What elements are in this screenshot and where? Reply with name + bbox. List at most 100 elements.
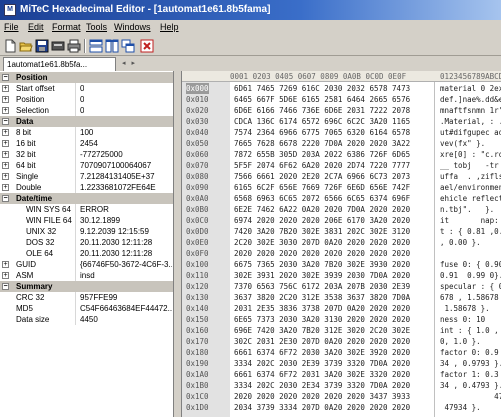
hex-row[interactable]: 0x180 6661 6374 6F72 2030 3A20 302E 3920 … [182,347,501,358]
hex-row-bytes[interactable]: 6974 2020 2020 2020 206E 6170 3A20 2020 [234,215,410,226]
save-icon[interactable] [35,39,49,53]
hex-row-bytes[interactable]: 7665 7628 6678 2220 7D0A 2020 2020 3A22 [234,138,410,149]
inspector-row[interactable]: UNIX 32 9.12.2039 12:15:59 [0,226,173,237]
menu-edit[interactable]: Edit [28,22,44,32]
inspector-row[interactable]: + Selection 0 [0,105,173,116]
menu-help[interactable]: Help [160,22,179,32]
inspector-section-header[interactable]: − Position [0,72,173,83]
inspector-row[interactable]: + Position 0 [0,94,173,105]
hex-row-bytes[interactable]: 6661 6374 6F72 2030 3A20 302E 3920 2020 [234,347,410,358]
hex-row-bytes[interactable]: 7566 6661 2020 2E20 2C7A 6966 6C73 2073 [234,171,410,182]
hex-row-chars[interactable]: 4793 [440,391,501,402]
hex-row-bytes[interactable]: CDCA 136C 6174 6572 696C 6C2C 3A20 1165 [234,116,410,127]
inspector-row[interactable]: + ASM insd [0,270,173,281]
open-folder-icon[interactable] [19,39,33,53]
hex-row[interactable]: 0x170 302C 2031 2E30 207D 0A20 2020 2020 … [182,336,501,347]
inspector-row[interactable]: DOS 32 20.11.2030 12:11:28 [0,237,173,248]
hex-row-bytes[interactable]: 7574 2364 6966 6775 7065 6320 6164 6578 [234,127,410,138]
cascade-icon[interactable] [121,39,135,53]
hex-row[interactable]: 0x000 6D61 7465 7269 616C 2030 2032 6578 … [182,83,501,94]
app-icon[interactable]: M [4,4,16,16]
inspector-row[interactable]: +8 bit 100 [0,127,173,138]
expand-toggle[interactable]: − [2,283,9,290]
hex-row-chars[interactable]: 1.58678 }. [440,303,501,314]
hex-row-chars[interactable]: , 0.00 }. [440,237,501,248]
hex-row-chars[interactable]: def.]nae%.dd&eev [440,94,501,105]
tile-vertical-icon[interactable] [105,39,119,53]
hex-row-chars[interactable]: uffa . ,zifls s [440,171,501,182]
hex-row-chars[interactable]: 47934 }. [440,402,501,413]
tile-horizontal-icon[interactable] [89,39,103,53]
hex-row-chars[interactable]: xre[0] : "c.rome [440,149,501,160]
hex-row-bytes[interactable]: 7370 6563 756C 6172 203A 207B 2030 2E39 [234,281,410,292]
hex-row[interactable]: 0x090 6165 6C2F 656E 7669 726F 6E6D 656E … [182,182,501,193]
disk-icon[interactable] [51,39,65,53]
menu-tools[interactable]: Tools [86,22,107,32]
hex-row-chars[interactable]: 34 , 0.9793 }. [440,358,501,369]
expand-toggle[interactable]: + [2,151,9,158]
hex-row[interactable]: 0x0C0 6974 2020 2020 2020 206E 6170 3A20 … [182,215,501,226]
hex-row-bytes[interactable]: 2020 2020 2020 2020 2020 2020 2020 2020 [234,248,410,259]
inspector-row[interactable]: +16 bit 2454 [0,138,173,149]
hex-row-bytes[interactable]: 7872 655B 305D 203A 2022 6386 726F 6D65 [234,149,410,160]
hex-row-bytes[interactable]: 6D61 7465 7269 616C 2030 2032 6578 7473 [234,83,410,94]
hex-row-bytes[interactable]: 696E 7420 3A20 7B20 312E 3020 2C20 302E [234,325,410,336]
hex-row[interactable]: 0x1B0 3334 202C 2030 2E34 3739 3320 7D0A … [182,380,501,391]
panel-splitter[interactable] [174,71,182,417]
hex-row-bytes[interactable]: 3334 202C 2030 2E39 3739 3320 7D0A 2020 [234,358,410,369]
expand-toggle[interactable]: − [2,118,9,125]
expand-toggle[interactable]: + [2,96,9,103]
inspector-row[interactable]: WIN SYS 64 ERROR [0,204,173,215]
hex-row-chars[interactable]: factor 0: 0.9 [440,347,501,358]
hex-row-bytes[interactable]: 6E2E 7462 6A22 0A20 2020 7D0A 2020 2020 [234,204,410,215]
expand-toggle[interactable]: + [2,173,9,180]
inspector-section-header[interactable]: − Date/time [0,193,173,204]
hex-row[interactable]: 0x110 302E 3931 2020 302E 3939 2030 7D0A … [182,270,501,281]
hex-row-bytes[interactable]: 2031 2E35 3836 3738 207D 0A20 2020 2020 [234,303,410,314]
hex-row[interactable]: 0x1D0 2034 3739 3334 207D 0A20 2020 2020 … [182,402,501,413]
title-bar[interactable]: M MiTeC Hexadecimal Editor - [1automat1e… [0,0,501,20]
hex-row-chars[interactable]: t : { 0.81 ,0.1 [440,226,501,237]
hex-row[interactable]: 0x050 7665 7628 6678 2220 7D0A 2020 2020 … [182,138,501,149]
inspector-row[interactable]: +64 bit 7070907100064067 [0,160,173,171]
menu-file[interactable]: File [4,22,19,32]
hex-row-chars[interactable]: __ tobj -tr ww [440,160,501,171]
hex-row-chars[interactable]: 0.91 0.99 0}. [440,270,501,281]
tab-scroll-arrows[interactable]: ◂ ▸ [122,59,137,67]
hex-row-bytes[interactable]: 5F5F 2074 6F62 6A20 2020 2D74 7220 7777 [234,160,410,171]
hex-row-bytes[interactable]: 2C20 302E 3030 207D 0A20 2020 2020 2020 [234,237,410,248]
expand-toggle[interactable]: + [2,85,9,92]
expand-toggle[interactable]: − [2,195,9,202]
menu-windows[interactable]: Windows [114,22,151,32]
hex-row[interactable]: 0x060 7872 655B 305D 203A 2022 6386 726F … [182,149,501,160]
hex-row-chars[interactable]: ael/environment/ [440,182,501,193]
inspector-section-header[interactable]: − Data [0,116,173,127]
hex-row-bytes[interactable]: 3637 3820 2C20 312E 3538 3637 3820 7D0A [234,292,410,303]
inspector-row[interactable]: + GUID {66746F50-3672-4C6F-3... [0,259,173,270]
hex-row-chars[interactable]: fuse 0: { 0.90 [440,259,501,270]
hex-row[interactable]: 0x150 6E65 7373 2030 3A20 3130 2020 2020 … [182,314,501,325]
hex-row-bytes[interactable]: 2020 2020 2020 2020 2020 2020 3437 3933 [234,391,410,402]
hex-row[interactable]: 0x100 6675 7365 2030 3A20 7B20 302E 3930 … [182,259,501,270]
hex-row[interactable]: 0x0B0 6E2E 7462 6A22 0A20 2020 7D0A 2020 … [182,204,501,215]
hex-row-bytes[interactable]: 7420 3A20 7B20 302E 3831 202C 302E 3120 [234,226,410,237]
hex-row-chars[interactable]: it nap: [440,215,501,226]
hex-row-chars[interactable]: specular : { 0.9 [440,281,501,292]
close-icon[interactable] [140,39,154,53]
hex-row-bytes[interactable]: 6568 6963 6C65 2072 6566 6C65 6374 696F [234,193,410,204]
new-file-icon[interactable] [3,39,17,53]
inspector-row[interactable]: + Double 1.2233681072FE64E [0,182,173,193]
inspector-row[interactable]: OLE 64 20.11.2030 12:11:28 [0,248,173,259]
hex-row[interactable]: 0x030 CDCA 136C 6174 6572 696C 6C2C 3A20 … [182,116,501,127]
hex-row-chars[interactable]: ut#difgupec adex [440,127,501,138]
hex-row-chars[interactable]: vev(fx" }. :" [440,138,501,149]
hex-row-chars[interactable]: .Material, : .e [440,116,501,127]
hex-row-chars[interactable]: int : { 1.0 , 0. [440,325,501,336]
hex-row[interactable]: 0x130 3637 3820 2C20 312E 3538 3637 3820 … [182,292,501,303]
hex-row[interactable]: 0x040 7574 2364 6966 6775 7065 6320 6164 … [182,127,501,138]
hex-row-chars[interactable]: n.tbj". }. [440,204,501,215]
hex-row[interactable]: 0x080 7566 6661 2020 2E20 2C7A 6966 6C73 … [182,171,501,182]
expand-toggle[interactable]: − [2,74,9,81]
hex-row[interactable]: 0x0F0 2020 2020 2020 2020 2020 2020 2020 … [182,248,501,259]
hex-row-bytes[interactable]: 6661 6374 6F72 2031 3A20 302E 3320 2020 [234,369,410,380]
